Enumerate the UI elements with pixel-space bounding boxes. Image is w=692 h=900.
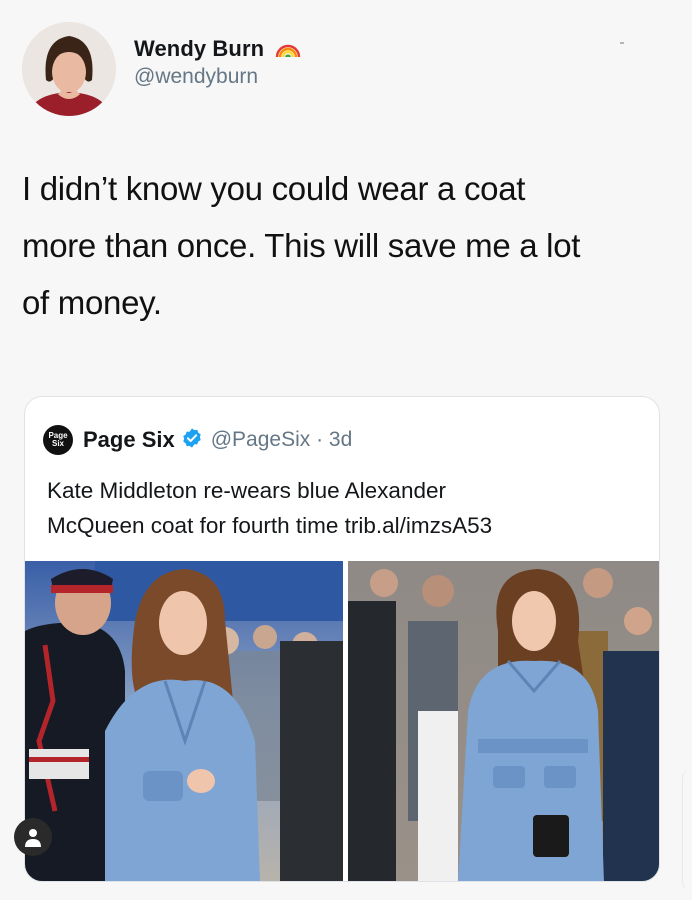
logo-line: Six [51, 439, 64, 448]
avatar-image [22, 22, 116, 116]
avatar[interactable] [22, 22, 116, 116]
page-six-logo[interactable]: Page Six [43, 425, 73, 455]
photo-left[interactable] [25, 561, 343, 881]
author-names: Wendy Burn @wendyburn [134, 36, 301, 89]
side-panel-edge [682, 770, 692, 890]
quoted-tweet-card[interactable]: Page Six Page Six @PageSix · 3d Kate Mid… [24, 396, 660, 882]
quoted-line[interactable]: McQueen coat for fourth time trib.al/imz… [47, 508, 647, 543]
user-profile-button[interactable] [14, 818, 52, 856]
tweet-line: I didn’t know you could wear a coat [22, 170, 526, 207]
quoted-display-name[interactable]: Page Six [83, 427, 175, 453]
quoted-tweet-header: Page Six Page Six @PageSix · 3d [43, 425, 352, 455]
author-handle[interactable]: @wendyburn [134, 65, 301, 89]
author-display-name[interactable]: Wendy Burn [134, 36, 264, 62]
rainbow-icon [275, 37, 301, 62]
tweet-text: I didn’t know you could wear a coat more… [22, 160, 662, 331]
tweet-header: Wendy Burn @wendyburn [22, 22, 662, 118]
quoted-handle-time[interactable]: @PageSix · 3d [211, 428, 353, 452]
photo-right[interactable] [348, 561, 659, 881]
quoted-tweet-text: Kate Middleton re-wears blue Alexander M… [47, 473, 647, 543]
quoted-line: Kate Middleton re-wears blue Alexander [47, 478, 446, 503]
quoted-media [25, 561, 659, 881]
tweet-line: more than once. This will save me a lot [22, 227, 581, 264]
more-options-icon[interactable] [620, 42, 624, 44]
user-icon [25, 829, 41, 847]
verified-badge-icon [181, 427, 203, 454]
tweet-line: of money. [22, 284, 162, 321]
